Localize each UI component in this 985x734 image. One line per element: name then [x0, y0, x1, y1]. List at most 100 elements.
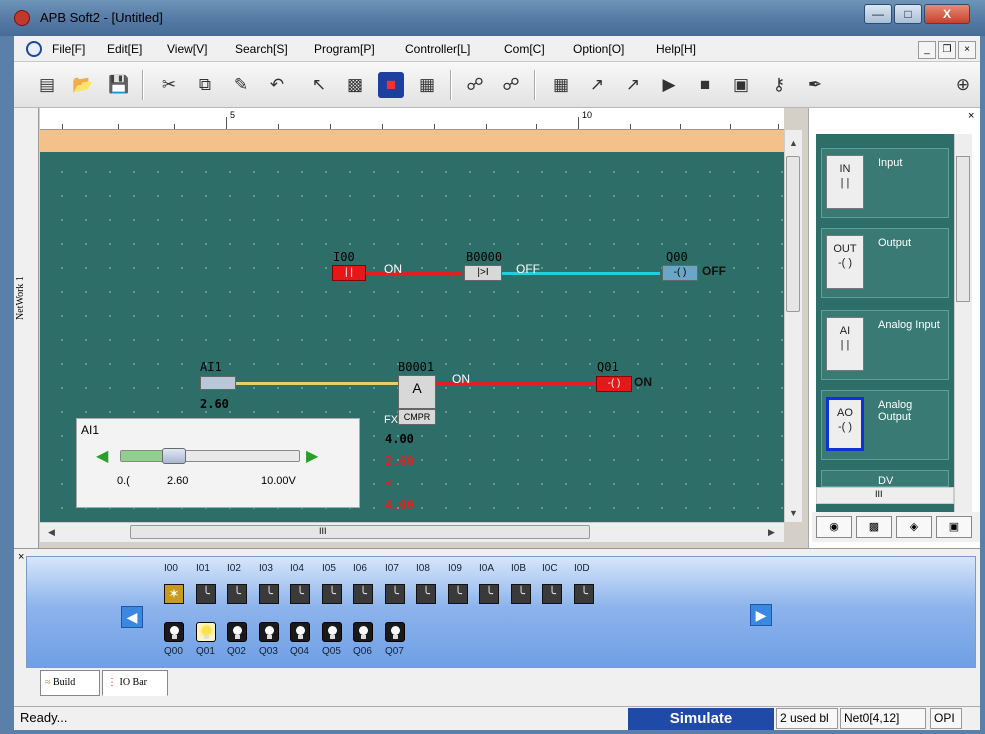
- save-icon[interactable]: 💾: [106, 72, 132, 98]
- input-switch-icon[interactable]: ╰: [385, 584, 405, 604]
- key-icon[interactable]: ⚷: [766, 72, 792, 98]
- coil-name: Q00: [666, 250, 688, 264]
- io-panel-icon[interactable]: ▦: [414, 72, 440, 98]
- tab-build[interactable]: ≈ Build: [40, 670, 100, 696]
- scroll-down-icon[interactable]: ▼: [789, 508, 798, 518]
- palette-card-label: DV: [878, 475, 894, 487]
- select-block-icon[interactable]: ▩: [342, 72, 368, 98]
- stop-icon[interactable]: ■: [692, 72, 718, 98]
- block-b0000[interactable]: |>I: [464, 265, 502, 281]
- canvas-horizontal-scroll-thumb[interactable]: III: [130, 525, 590, 539]
- output-lamp-icon: [196, 622, 216, 642]
- download-alt-icon[interactable]: ↗: [620, 72, 646, 98]
- bulb-icon: [391, 626, 400, 635]
- slider-decrease-arrow-icon[interactable]: ◀: [96, 446, 108, 466]
- maximize-button[interactable]: □: [894, 4, 922, 24]
- input-switch-icon[interactable]: ╰: [290, 584, 310, 604]
- upload-icon[interactable]: ▦: [548, 72, 574, 98]
- scroll-left-icon[interactable]: ◀: [48, 527, 55, 538]
- close-button[interactable]: X: [924, 4, 970, 24]
- status-used-blocks: 2 used bl: [776, 708, 838, 729]
- copy-icon[interactable]: ⧉: [192, 72, 218, 98]
- new-file-icon[interactable]: ▤: [34, 72, 60, 98]
- input-switch-icon[interactable]: ✶: [164, 584, 184, 604]
- menu-file[interactable]: File[F]: [52, 42, 85, 56]
- input-switch-icon[interactable]: ╰: [416, 584, 436, 604]
- run-icon[interactable]: ▶: [656, 72, 682, 98]
- mdi-minimize-button[interactable]: _: [918, 41, 936, 59]
- menu-edit[interactable]: Edit[E]: [107, 42, 142, 56]
- palette-card-input[interactable]: IN | | Input: [821, 148, 949, 218]
- pen-icon[interactable]: ✒: [802, 72, 828, 98]
- zoom-in-icon[interactable]: ⊕: [950, 72, 976, 98]
- io-output-label: Q06: [353, 646, 372, 657]
- coil-state: ON: [634, 375, 652, 389]
- io-input-label: I04: [290, 563, 304, 574]
- scroll-right-icon[interactable]: ▶: [768, 527, 775, 538]
- tab-io-bar[interactable]: ⋮ IO Bar: [102, 670, 168, 696]
- monitor-icon[interactable]: ▣: [728, 72, 754, 98]
- menu-program[interactable]: Program[P]: [314, 42, 375, 56]
- palette-card-analog-input[interactable]: AI | | Analog Input: [821, 310, 949, 380]
- block-b0001[interactable]: A: [398, 375, 436, 409]
- palette-horizontal-scrollbar[interactable]: III: [816, 487, 954, 504]
- palette-card-analog-output[interactable]: AO -( ) Analog Output: [821, 390, 949, 460]
- input-switch-icon[interactable]: ╰: [479, 584, 499, 604]
- paste-icon[interactable]: ✎: [228, 72, 254, 98]
- palette-tab-blocks-icon[interactable]: ▣: [936, 516, 972, 538]
- input-switch-icon[interactable]: ╰: [448, 584, 468, 604]
- input-switch-icon[interactable]: ╰: [542, 584, 562, 604]
- palette-close-button[interactable]: ×: [968, 110, 974, 122]
- output-coil-q00[interactable]: -( ): [662, 265, 698, 281]
- mdi-close-button[interactable]: ×: [958, 41, 976, 59]
- menu-option[interactable]: Option[O]: [573, 42, 624, 56]
- output-coil-q01[interactable]: -( ): [596, 376, 632, 392]
- input-contact-i00[interactable]: | |: [332, 265, 366, 281]
- palette-tab-functions-icon[interactable]: ◈: [896, 516, 932, 538]
- slider-thumb[interactable]: [162, 448, 186, 464]
- menu-controller[interactable]: Controller[L]: [405, 42, 470, 56]
- cut-icon[interactable]: ✂: [156, 72, 182, 98]
- bulb-base: [204, 635, 209, 639]
- menu-search[interactable]: Search[S]: [235, 42, 288, 56]
- menu-bar: File[F] Edit[E] View[V] Search[S] Progra…: [14, 36, 980, 62]
- analog-input-ai1[interactable]: [200, 376, 236, 390]
- link-read-icon[interactable]: ☍: [462, 72, 488, 98]
- download-icon[interactable]: ↗: [584, 72, 610, 98]
- menu-com[interactable]: Com[C]: [504, 42, 545, 56]
- palette-tab-coils-icon[interactable]: ▩: [856, 516, 892, 538]
- palette-card-dv[interactable]: DV: [821, 470, 949, 487]
- io-bar-close-button[interactable]: ×: [18, 551, 24, 563]
- bulb-icon: [296, 626, 305, 635]
- compare-value: 2.60: [385, 454, 414, 468]
- input-switch-icon[interactable]: ╰: [511, 584, 531, 604]
- simulate-icon[interactable]: ■: [378, 72, 404, 98]
- link-write-icon[interactable]: ☍: [498, 72, 524, 98]
- input-switch-icon[interactable]: ╰: [353, 584, 373, 604]
- palette-tab-contacts-icon[interactable]: ◉: [816, 516, 852, 538]
- undo-icon[interactable]: ↶: [264, 72, 290, 98]
- input-switch-icon[interactable]: ╰: [227, 584, 247, 604]
- palette-card-output[interactable]: OUT -( ) Output: [821, 228, 949, 298]
- menu-help[interactable]: Help[H]: [656, 42, 696, 56]
- mdi-restore-button[interactable]: ❐: [938, 41, 956, 59]
- io-scroll-right-button[interactable]: ▶: [750, 604, 772, 626]
- block-name: B0001: [398, 360, 435, 374]
- input-switch-icon[interactable]: ╰: [574, 584, 594, 604]
- io-scroll-left-button[interactable]: ◀: [121, 606, 143, 628]
- scroll-up-icon[interactable]: ▲: [789, 138, 798, 148]
- menu-view[interactable]: View[V]: [167, 42, 207, 56]
- canvas-vertical-scroll-thumb[interactable]: [786, 156, 800, 312]
- block-function: CMPR: [398, 409, 436, 425]
- input-switch-icon[interactable]: ╰: [196, 584, 216, 604]
- palette-vertical-scroll-thumb[interactable]: [956, 156, 970, 302]
- window-frame-left: [0, 36, 14, 734]
- input-switch-icon[interactable]: ╰: [259, 584, 279, 604]
- pointer-icon[interactable]: ↖: [306, 72, 332, 98]
- open-folder-icon[interactable]: 📂: [70, 72, 96, 98]
- app-menu-icon[interactable]: [26, 41, 42, 57]
- input-switch-icon[interactable]: ╰: [322, 584, 342, 604]
- minimize-button[interactable]: —: [864, 4, 892, 24]
- io-input-label: I08: [416, 563, 430, 574]
- slider-increase-arrow-icon[interactable]: ▶: [306, 446, 318, 466]
